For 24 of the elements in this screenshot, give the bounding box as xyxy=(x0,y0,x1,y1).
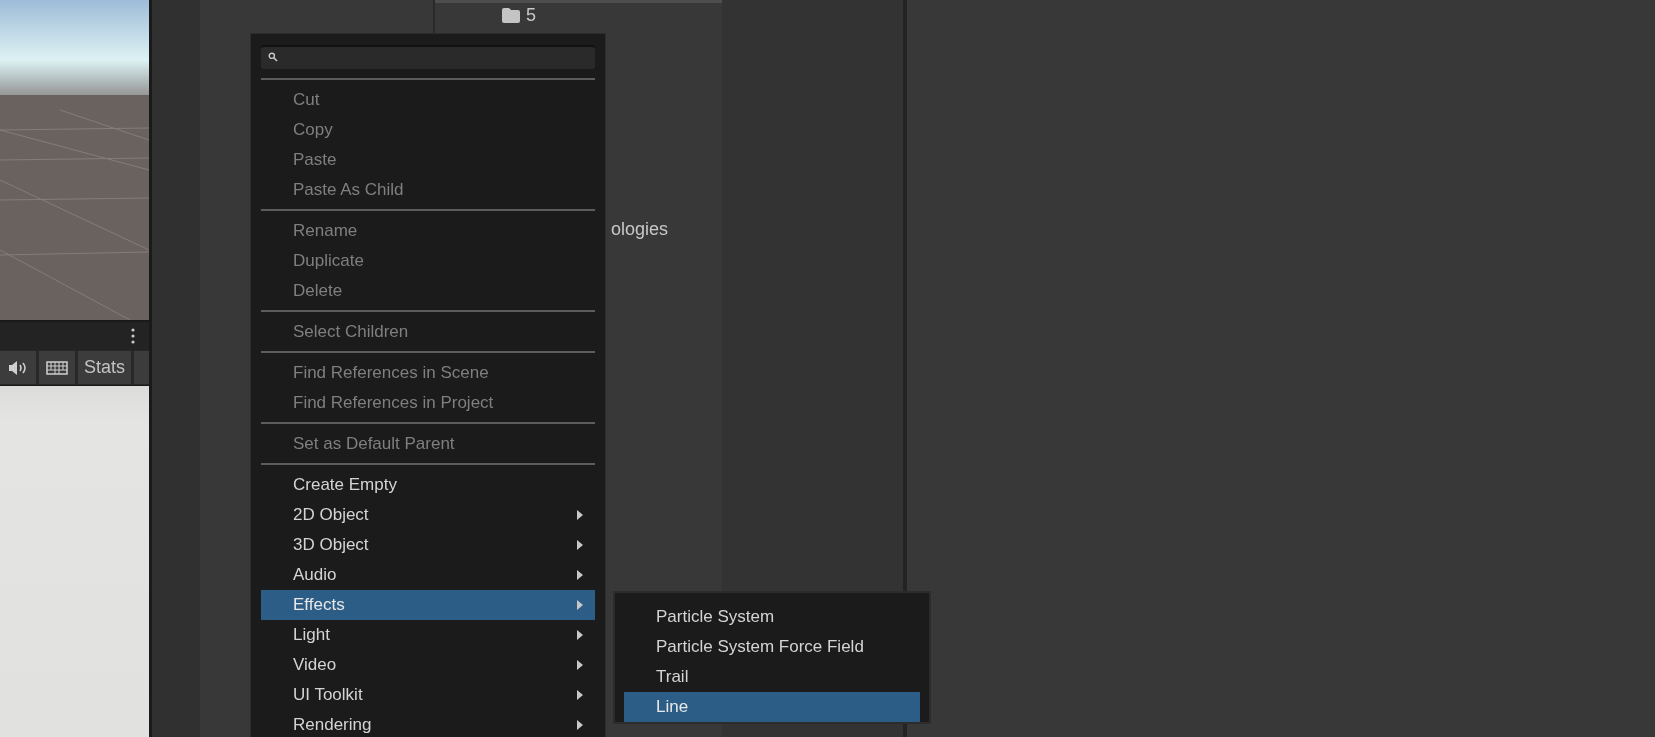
menu-item[interactable]: Audio xyxy=(261,560,595,590)
menu-item[interactable]: Line xyxy=(624,692,920,722)
keyboard-button[interactable] xyxy=(39,351,75,384)
search-field[interactable] xyxy=(261,45,595,69)
audio-button[interactable] xyxy=(0,351,36,384)
menu-item[interactable]: 2D Object xyxy=(261,500,595,530)
hierarchy-item[interactable]: 5 xyxy=(526,4,536,26)
menu-item[interactable]: UI Toolkit xyxy=(261,680,595,710)
speaker-icon xyxy=(7,359,29,376)
menu-item[interactable]: Effects xyxy=(261,590,595,620)
menu-item[interactable]: Rendering xyxy=(261,710,595,737)
more-icon[interactable] xyxy=(131,328,135,344)
menu-item[interactable]: Particle System Force Field xyxy=(624,632,920,662)
menu-item[interactable]: Particle System xyxy=(624,602,920,632)
menu-item[interactable]: Video xyxy=(261,650,595,680)
menu-item[interactable]: Trail xyxy=(624,662,920,692)
menu-item[interactable]: Light xyxy=(261,620,595,650)
keyboard-icon xyxy=(46,359,68,376)
folder-icon xyxy=(502,7,520,23)
search-icon xyxy=(268,52,278,62)
toolbar-button[interactable]: Stats xyxy=(78,351,132,384)
hierarchy-item[interactable]: ologies xyxy=(611,218,669,240)
menu-item[interactable]: Create Empty xyxy=(261,470,595,500)
menu-item[interactable]: 3D Object xyxy=(261,530,595,560)
